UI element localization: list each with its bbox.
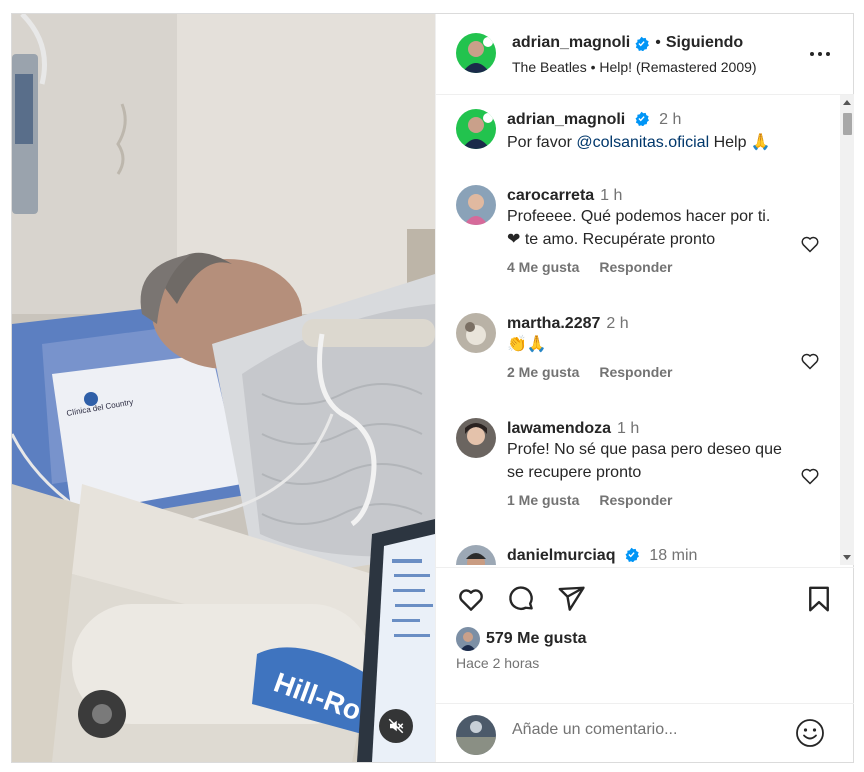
comment-avatar[interactable] bbox=[456, 545, 496, 565]
more-options-icon[interactable] bbox=[808, 42, 832, 66]
post-media[interactable]: Clínica del Country Hill-Ro bbox=[12, 14, 435, 762]
comments-list[interactable]: adrian_magnoli 2 h Por favor @colsanitas… bbox=[436, 95, 840, 565]
comment-item: carocarreta 1 h Profeeee. Qué podemos hac… bbox=[507, 187, 840, 275]
comment-username[interactable]: martha.2287 bbox=[507, 315, 600, 332]
comment-time: 18 min bbox=[649, 547, 698, 564]
scroll-thumb[interactable] bbox=[843, 113, 852, 135]
comment-like-heart-icon[interactable] bbox=[800, 234, 820, 254]
verified-icon bbox=[635, 36, 650, 51]
author-avatar[interactable] bbox=[456, 33, 496, 73]
bookmark-icon[interactable] bbox=[804, 584, 834, 614]
post-header: adrian_magnoli • Siguiendo The Beatles •… bbox=[436, 14, 854, 95]
verified-icon bbox=[625, 547, 639, 562]
reply-button[interactable]: Responder bbox=[599, 492, 672, 508]
share-icon[interactable] bbox=[556, 584, 586, 614]
post-actions: 579 Me gusta Hace 2 horas Añade un comen… bbox=[436, 567, 854, 763]
caption-time: 2 h bbox=[659, 111, 682, 128]
comment-item: danielmurciaq 18 min bbox=[507, 547, 840, 565]
comment-text: 👏🙏 bbox=[507, 336, 547, 353]
header-separator: • bbox=[655, 34, 661, 51]
comment-text: Profeeee. Qué podemos hacer por ti. ❤ te… bbox=[507, 208, 771, 248]
caption-username[interactable]: adrian_magnoli bbox=[507, 111, 625, 128]
add-comment-bar: Añade un comentario... bbox=[436, 703, 854, 764]
comment-item: lawamendoza 1 h Profe! No sé que pasa per… bbox=[507, 420, 840, 508]
author-username[interactable]: adrian_magnoli bbox=[512, 34, 630, 52]
caption-avatar[interactable] bbox=[456, 109, 496, 149]
post-time[interactable]: Hace 2 horas bbox=[456, 655, 539, 671]
hospital-photo: Clínica del Country Hill-Ro bbox=[12, 14, 435, 762]
liker-avatar[interactable] bbox=[456, 627, 480, 651]
mute-button[interactable] bbox=[379, 709, 413, 743]
comment-like-heart-icon[interactable] bbox=[800, 466, 820, 486]
heart-icon[interactable] bbox=[456, 584, 486, 614]
comment-username[interactable]: carocarreta bbox=[507, 187, 594, 204]
comment-avatar[interactable] bbox=[456, 313, 496, 353]
follow-status-button[interactable]: Siguiendo bbox=[666, 34, 743, 52]
comment-username[interactable]: danielmurciaq bbox=[507, 547, 615, 564]
caption-mention-link[interactable]: @colsanitas.oficial bbox=[576, 134, 709, 151]
reply-button[interactable]: Responder bbox=[599, 364, 672, 380]
comment-icon[interactable] bbox=[506, 584, 536, 614]
caption-suffix: Help 🙏 bbox=[713, 134, 771, 151]
comment-username[interactable]: lawamendoza bbox=[507, 420, 611, 437]
comment-like-heart-icon[interactable] bbox=[800, 351, 820, 371]
comments-scrollbar[interactable] bbox=[840, 95, 854, 565]
comment-time: 1 h bbox=[600, 187, 623, 204]
comment-likes[interactable]: 2 Me gusta bbox=[507, 364, 579, 380]
likes-count[interactable]: 579 Me gusta bbox=[486, 630, 586, 648]
scroll-down-arrow-icon[interactable] bbox=[843, 555, 851, 560]
comment-text: Profe! No sé que pasa pero deseo que se … bbox=[507, 441, 782, 481]
audio-track-link[interactable]: The Beatles • Help! (Remastered 2009) bbox=[512, 59, 757, 75]
comment-time: 1 h bbox=[617, 420, 640, 437]
caption: adrian_magnoli 2 h Por favor @colsanitas… bbox=[507, 111, 840, 154]
emoji-icon[interactable] bbox=[794, 717, 826, 749]
comment-time: 2 h bbox=[606, 315, 629, 332]
comment-avatar[interactable] bbox=[456, 185, 496, 225]
post-side-panel: adrian_magnoli • Siguiendo The Beatles •… bbox=[435, 14, 854, 762]
comment-input[interactable]: Añade un comentario... bbox=[512, 721, 677, 739]
likes-row: 579 Me gusta bbox=[456, 627, 586, 651]
reply-button[interactable]: Responder bbox=[599, 259, 672, 275]
current-user-avatar bbox=[456, 715, 496, 755]
post-modal: Clínica del Country Hill-Ro adrian_magno… bbox=[11, 13, 854, 763]
comment-likes[interactable]: 4 Me gusta bbox=[507, 259, 579, 275]
mute-icon bbox=[388, 718, 404, 734]
comment-item: martha.2287 2 h 👏🙏 2 Me gusta Responder bbox=[507, 315, 840, 380]
scroll-up-arrow-icon[interactable] bbox=[843, 100, 851, 105]
caption-text: Por favor @colsanitas.oficial Help 🙏 bbox=[507, 131, 827, 154]
caption-prefix: Por favor bbox=[507, 134, 572, 151]
verified-icon bbox=[635, 111, 649, 126]
header-user-row: adrian_magnoli • Siguiendo bbox=[512, 34, 743, 52]
comment-likes[interactable]: 1 Me gusta bbox=[507, 492, 579, 508]
comment-avatar[interactable] bbox=[456, 418, 496, 458]
